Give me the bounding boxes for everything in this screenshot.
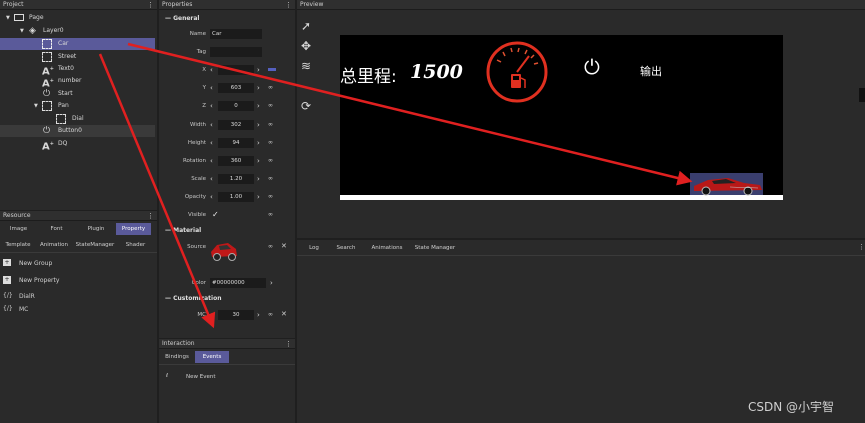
watermark: CSDN @小宇智 <box>748 400 835 414</box>
annotation-arrow <box>98 53 216 329</box>
annotation-arrow <box>127 42 693 186</box>
annotation-arrows <box>98 42 693 329</box>
